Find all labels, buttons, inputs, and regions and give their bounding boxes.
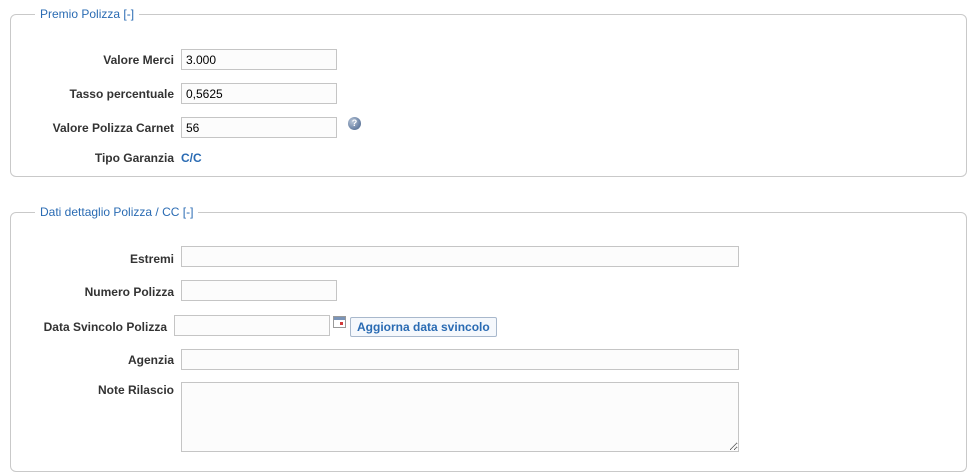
valore-polizza-carnet-label: Valore Polizza Carnet	[52, 121, 174, 135]
note-rilascio-textarea[interactable]	[181, 382, 739, 452]
data-svincolo-input[interactable]	[174, 315, 330, 336]
numero-polizza-label: Numero Polizza	[84, 285, 174, 299]
estremi-label: Estremi	[129, 252, 174, 266]
dati-dettaglio-legend: Dati dettaglio Polizza / CC [-]	[35, 205, 199, 219]
premio-polizza-title: Premio Polizza	[40, 7, 121, 21]
valore-merci-input[interactable]	[181, 49, 337, 70]
tasso-percentuale-label: Tasso percentuale	[69, 87, 174, 101]
aggiorna-data-svincolo-button[interactable]: Aggiorna data svincolo	[350, 317, 497, 337]
numero-polizza-input[interactable]	[181, 280, 337, 301]
agenzia-label: Agenzia	[127, 353, 174, 367]
premio-polizza-toggle[interactable]: [-]	[123, 7, 134, 21]
agenzia-input[interactable]	[181, 349, 739, 370]
valore-polizza-carnet-input[interactable]	[181, 117, 337, 138]
note-rilascio-label: Note Rilascio	[97, 383, 174, 397]
premio-polizza-legend: Premio Polizza [-]	[35, 7, 140, 21]
tipo-garanzia-value: C/C	[181, 151, 202, 165]
tasso-percentuale-input[interactable]	[181, 83, 337, 104]
estremi-input[interactable]	[181, 246, 739, 267]
calendar-icon[interactable]	[333, 316, 346, 328]
dati-dettaglio-toggle[interactable]: [-]	[183, 205, 194, 219]
dati-dettaglio-title: Dati dettaglio Polizza / CC	[40, 205, 180, 219]
tipo-garanzia-label: Tipo Garanzia	[94, 151, 174, 165]
valore-merci-label: Valore Merci	[103, 53, 174, 67]
help-icon[interactable]: ?	[348, 117, 361, 130]
data-svincolo-label: Data Svincolo Polizza	[43, 320, 167, 334]
